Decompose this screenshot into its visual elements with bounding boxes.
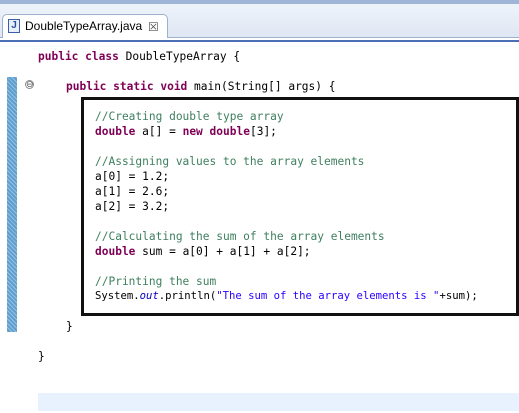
code-line-main-decl: public static void main(String[] args) { xyxy=(66,80,336,93)
java-file-icon: J xyxy=(8,19,20,33)
close-icon[interactable]: ☒ xyxy=(148,20,159,34)
code-line-class-decl: public class DoubleTypeArray { xyxy=(38,50,241,63)
editor-tab-bar: J DoubleTypeArray.java ☒ xyxy=(0,4,519,38)
editor-top-border xyxy=(0,40,519,42)
change-ruler-marker xyxy=(7,77,17,332)
code-line-close-class: } xyxy=(38,350,45,363)
code-line-close-main: } xyxy=(66,320,73,333)
fold-toggle-icon[interactable]: ⊖ xyxy=(25,80,34,89)
annotation-highlight-box xyxy=(81,97,519,316)
tab-title: DoubleTypeArray.java xyxy=(25,19,143,33)
editor-tab[interactable]: J DoubleTypeArray.java ☒ xyxy=(2,14,168,38)
current-line-highlight xyxy=(38,393,519,411)
